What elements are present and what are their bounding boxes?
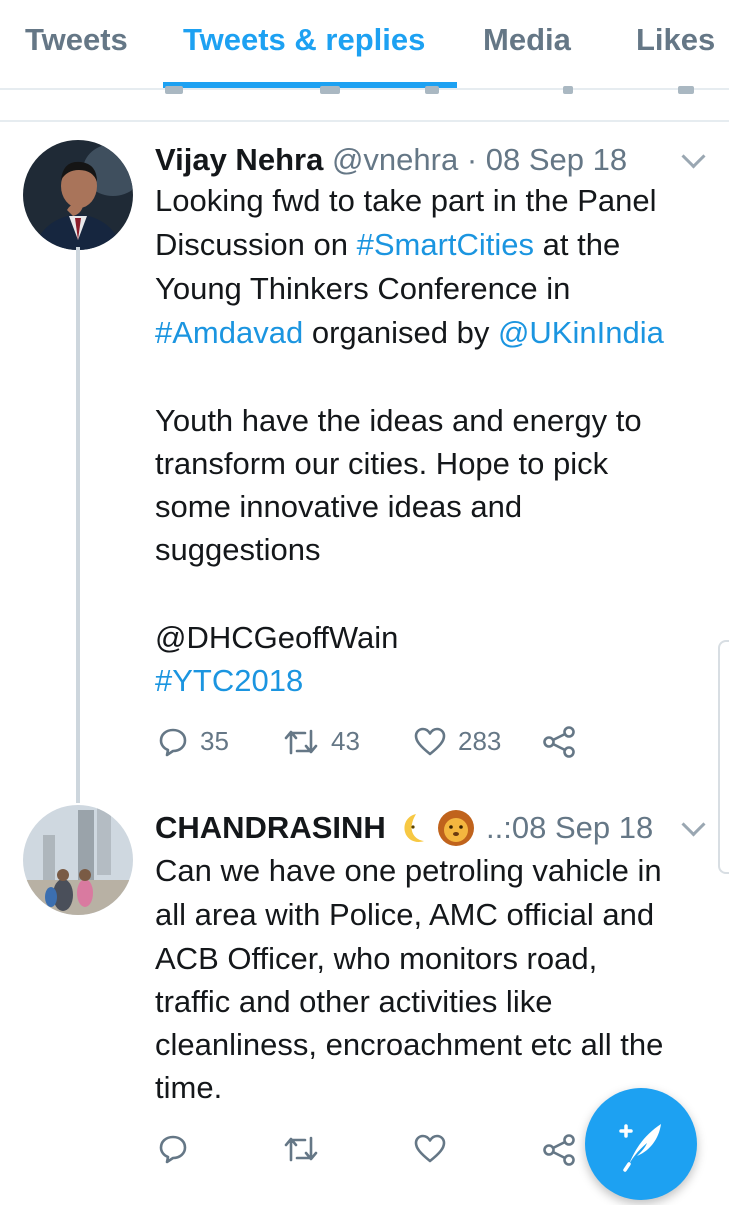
reply-icon bbox=[159, 728, 187, 756]
hashtag-link[interactable]: #YTC2018 bbox=[155, 663, 303, 698]
scroll-indicator[interactable] bbox=[718, 640, 729, 874]
like-icon bbox=[414, 727, 446, 755]
tweet-text-line: Discussion on #SmartCities at the bbox=[155, 224, 620, 266]
avatar-chandrasinh[interactable] bbox=[23, 805, 133, 915]
retweet-button[interactable] bbox=[283, 1134, 319, 1164]
hashtag-link[interactable]: #Amdavad bbox=[155, 315, 303, 350]
tweet-header: CHANDRASINH bbox=[155, 810, 386, 846]
reply-icon bbox=[159, 1135, 187, 1164]
compose-tweet-button[interactable] bbox=[585, 1088, 697, 1200]
tab-tweets-and-replies[interactable]: Tweets & replies bbox=[183, 22, 425, 58]
crescent-moon-emoji bbox=[404, 814, 424, 842]
tab-tweets[interactable]: Tweets bbox=[25, 22, 128, 58]
share-icon bbox=[543, 1134, 575, 1166]
tweet-date[interactable]: 08 Sep 18 bbox=[486, 142, 627, 177]
tweet-text-line: #Amdavad organised by @UKinIndia bbox=[155, 312, 664, 354]
tweet-text-line: all area with Police, AMC official and bbox=[155, 897, 655, 932]
like-button[interactable] bbox=[414, 1134, 446, 1164]
like-count: 283 bbox=[458, 726, 502, 756]
tweet-text-line: some innovative ideas and bbox=[155, 489, 523, 524]
tweet-text-line: @DHCGeoffWain bbox=[155, 620, 399, 655]
author-name[interactable]: Vijay Nehra bbox=[155, 142, 323, 177]
separator-dot: · bbox=[466, 142, 478, 177]
tab-likes[interactable]: Likes bbox=[636, 22, 715, 58]
tweet-text-line: transform our cities. Hope to pick bbox=[155, 446, 609, 481]
share-button[interactable] bbox=[542, 1134, 576, 1166]
tweet-divider bbox=[0, 120, 729, 122]
hashtag-link[interactable]: #SmartCities bbox=[357, 227, 534, 262]
share-icon bbox=[543, 726, 575, 758]
retweet-icon bbox=[284, 729, 318, 754]
reply-button[interactable]: 35 bbox=[158, 726, 229, 757]
author-handle[interactable]: @vnehra bbox=[332, 142, 458, 177]
text-segment: at the bbox=[534, 227, 621, 262]
tweet-date[interactable]: 08 Sep 18 bbox=[512, 810, 653, 845]
tweet-text-line: time. bbox=[155, 1070, 223, 1105]
retweet-count: 43 bbox=[331, 726, 360, 756]
text-segment: organised by bbox=[303, 315, 498, 350]
avatar-vijay-nehra[interactable] bbox=[23, 140, 133, 250]
tweet-text-line: Young Thinkers Conference in bbox=[155, 271, 571, 306]
lion-face-emoji bbox=[438, 810, 474, 846]
tweet-text-line: Looking fwd to take part in the Panel bbox=[155, 183, 657, 218]
tweet-text-line: Youth have the ideas and energy to bbox=[155, 403, 642, 438]
tweet-text-line: suggestions bbox=[155, 532, 321, 567]
handle-ellipsis: ..: bbox=[486, 810, 512, 845]
like-button[interactable]: 283 bbox=[414, 726, 501, 757]
tweet-meta: ..:08 Sep 18 bbox=[486, 810, 653, 846]
chevron-down-icon[interactable] bbox=[681, 144, 706, 169]
mention-link[interactable]: @UKinIndia bbox=[498, 315, 664, 350]
previous-tweet-actions-remnant bbox=[150, 86, 710, 98]
like-icon bbox=[414, 1134, 446, 1163]
thread-connector-line bbox=[76, 247, 80, 803]
tweet-text-line: traffic and other activities like bbox=[155, 984, 553, 1019]
tweet-header: Vijay Nehra @vnehra · 08 Sep 18 bbox=[155, 142, 627, 178]
text-segment: Discussion on bbox=[155, 227, 357, 262]
tweet-text-line: cleanliness, encroachment etc all the bbox=[155, 1027, 664, 1062]
reply-count: 35 bbox=[200, 726, 229, 756]
share-button[interactable] bbox=[542, 726, 576, 758]
tweet-text-line: Can we have one petroling vahicle in bbox=[155, 853, 662, 888]
chevron-down-icon[interactable] bbox=[681, 812, 706, 837]
compose-tweet-icon bbox=[619, 1124, 661, 1172]
reply-button[interactable] bbox=[158, 1134, 188, 1164]
tab-media[interactable]: Media bbox=[483, 22, 571, 58]
author-name[interactable]: CHANDRASINH bbox=[155, 810, 386, 845]
tweet-text-line: ACB Officer, who monitors road, bbox=[155, 941, 598, 976]
retweet-icon bbox=[284, 1136, 318, 1162]
profile-tab-bar: Tweets Tweets & replies Media Likes bbox=[0, 0, 729, 90]
tweet-text-line: #YTC2018 bbox=[155, 660, 303, 702]
retweet-button[interactable]: 43 bbox=[283, 726, 360, 757]
